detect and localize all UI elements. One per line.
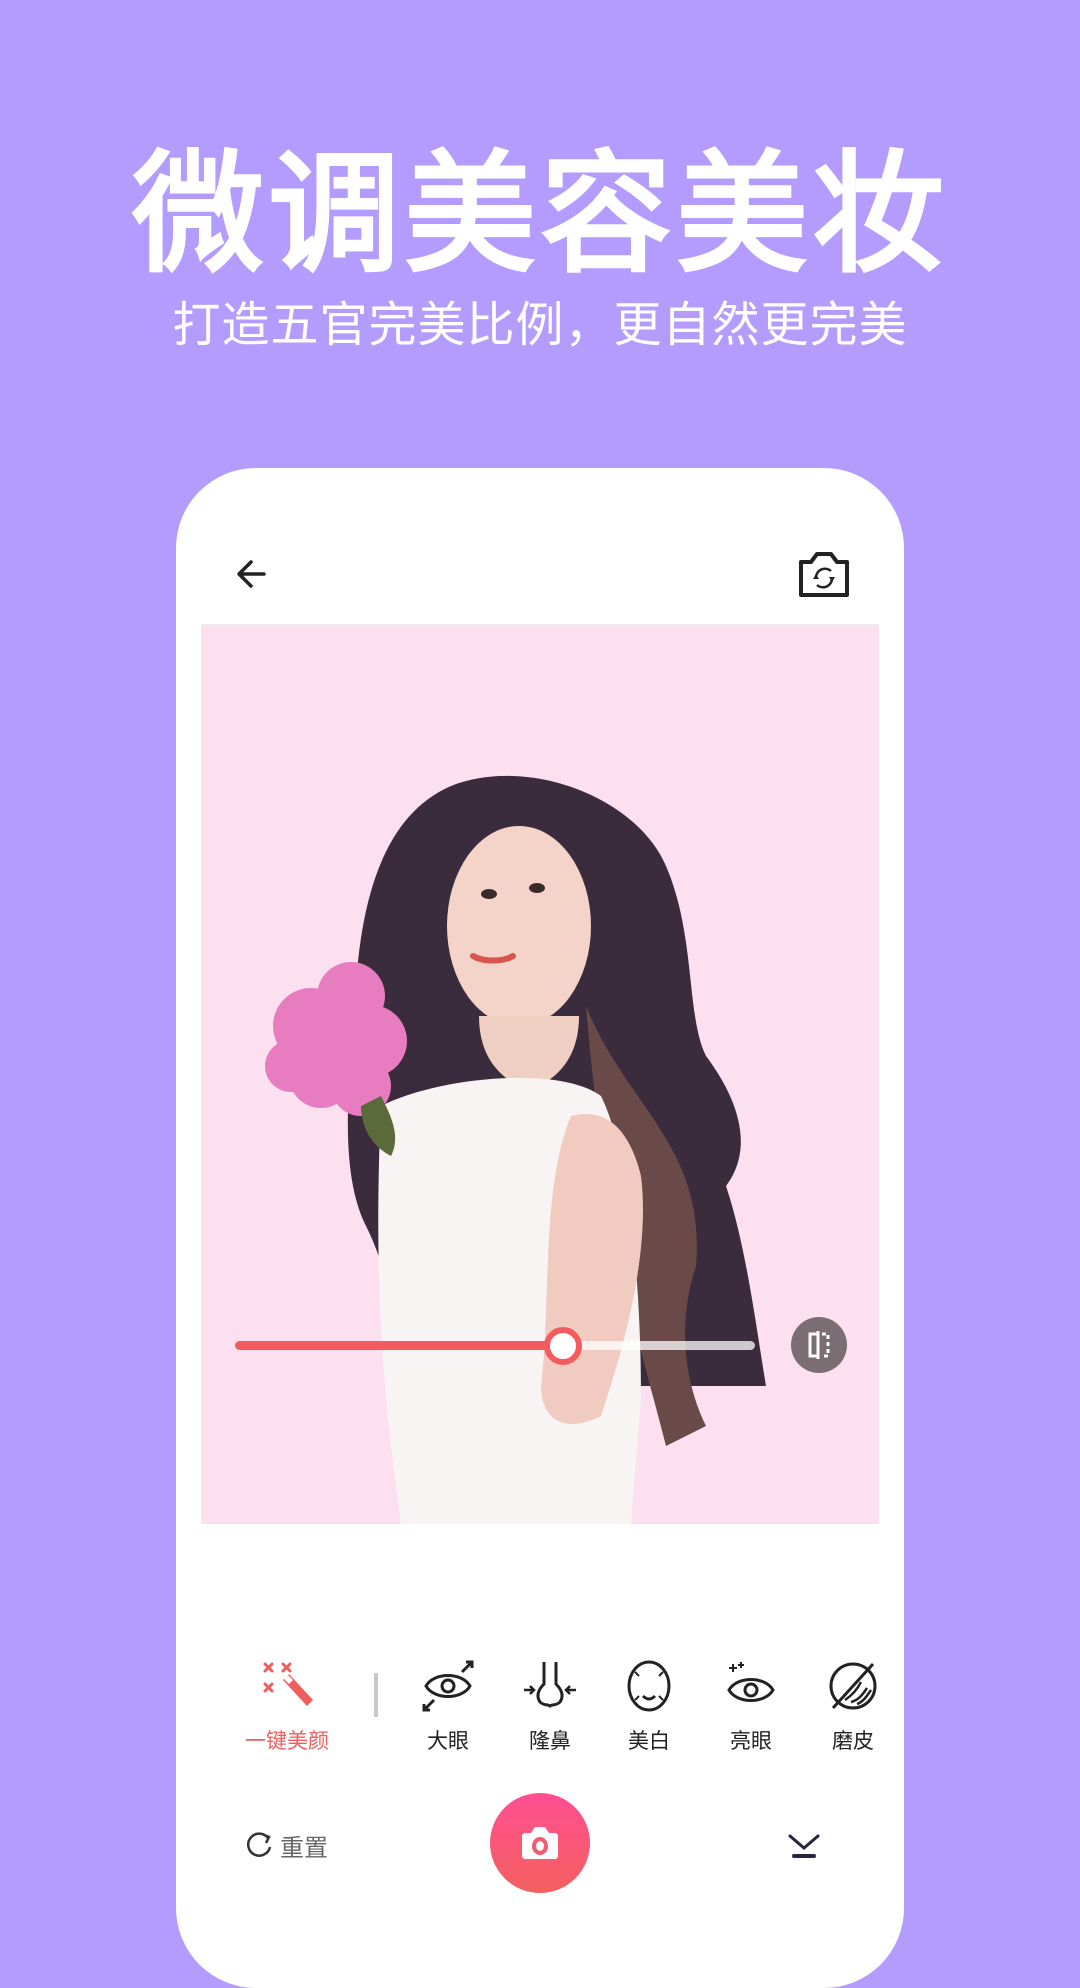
tool-whiten[interactable]: 美白 bbox=[599, 1658, 699, 1768]
tool-big-eye[interactable]: 大眼 bbox=[398, 1658, 498, 1768]
beauty-tools-bar: 一键美颜 大眼 隆鼻 美白 亮眼 磨皮 bbox=[176, 1658, 904, 1778]
tools-separator bbox=[374, 1673, 378, 1717]
refresh-icon bbox=[247, 1832, 272, 1857]
compare-icon bbox=[808, 1331, 830, 1359]
tool-bright-eye[interactable]: 亮眼 bbox=[701, 1658, 801, 1768]
slider-fill bbox=[235, 1341, 563, 1350]
slider-thumb[interactable] bbox=[543, 1327, 582, 1365]
chevron-down-icon bbox=[788, 1834, 820, 1858]
portrait-photo bbox=[265, 775, 766, 1524]
collapse-panel-button[interactable] bbox=[786, 1830, 822, 1860]
top-bar bbox=[176, 468, 904, 624]
compare-button[interactable] bbox=[791, 1317, 847, 1373]
shutter-button[interactable] bbox=[490, 1793, 590, 1893]
photo-preview bbox=[201, 626, 879, 1524]
tool-skin-smooth[interactable]: 磨皮 bbox=[803, 1658, 903, 1768]
phone-mockup: 一键美颜 大眼 隆鼻 美白 亮眼 磨皮 重置 bbox=[176, 468, 904, 1988]
big-eye-icon bbox=[422, 1660, 474, 1712]
tool-label: 美白 bbox=[628, 1729, 670, 1753]
camera-switch-icon bbox=[799, 552, 849, 597]
reset-button[interactable]: 重置 bbox=[244, 1825, 328, 1865]
beauty-intensity-slider[interactable] bbox=[235, 1326, 755, 1366]
arrow-left-icon bbox=[237, 560, 266, 588]
tool-label: 磨皮 bbox=[832, 1729, 874, 1753]
promo-subline: 打造五官完美比例，更自然更完美 bbox=[172, 297, 908, 353]
back-button[interactable] bbox=[234, 554, 274, 594]
bright-eye-icon bbox=[727, 1662, 775, 1702]
tool-label: 大眼 bbox=[427, 1729, 469, 1753]
switch-camera-button[interactable] bbox=[796, 548, 852, 600]
reset-label: 重置 bbox=[280, 1833, 328, 1862]
skin-smooth-icon bbox=[829, 1662, 877, 1710]
magic-wand-icon bbox=[263, 1662, 313, 1706]
camera-icon bbox=[522, 1827, 558, 1859]
promo-headline: 微调美容美妆 bbox=[132, 138, 948, 292]
tool-label: 隆鼻 bbox=[529, 1729, 571, 1753]
tool-one-click-beauty[interactable]: 一键美颜 bbox=[237, 1658, 337, 1768]
tool-nose-lift[interactable]: 隆鼻 bbox=[500, 1658, 600, 1768]
tool-label: 亮眼 bbox=[730, 1729, 772, 1753]
nose-icon bbox=[524, 1662, 576, 1709]
tool-label: 一键美颜 bbox=[245, 1729, 329, 1753]
face-whiten-icon bbox=[627, 1660, 671, 1712]
